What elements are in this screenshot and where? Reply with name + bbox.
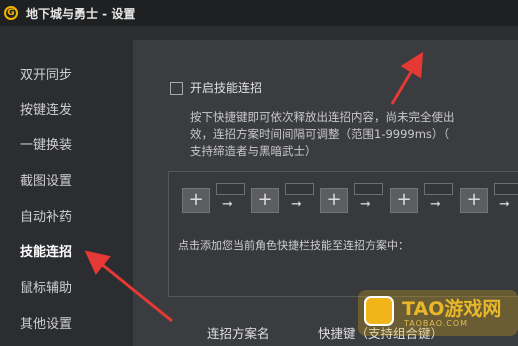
sidebar-item-auto-potion[interactable]: 自动补药 — [20, 206, 72, 225]
description-line: 效，连招方案时间间隔可调整（范围1-9999ms）（ — [190, 127, 450, 141]
arrow-right-icon: ➞ — [222, 197, 233, 212]
app-logo-icon: G — [4, 6, 18, 20]
description-line: 按下快捷键即可依次释放出连招内容，尚未完全使出 — [190, 110, 455, 124]
site-watermark: TAO游戏网 TAOBAO.COM — [358, 290, 518, 336]
column-header-scheme-name: 连招方案名 — [207, 326, 270, 341]
sidebar-item-other-settings[interactable]: 其他设置 — [20, 313, 72, 332]
sidebar-item-mouse-assist[interactable]: 鼠标辅助 — [20, 277, 72, 296]
arrow-right-icon: ➞ — [291, 197, 302, 212]
title-bar: G 地下城与勇士 - 设置 — [0, 0, 518, 26]
sidebar-item-quick-outfit[interactable]: 一键换装 — [20, 134, 72, 153]
add-skill-slot-button[interactable]: + — [390, 188, 418, 213]
arrow-right-icon: ➞ — [360, 197, 371, 212]
add-skill-slot-button[interactable]: + — [320, 188, 348, 213]
watermark-text: TAO游戏网 — [402, 298, 502, 320]
interval-input[interactable] — [285, 183, 314, 195]
sidebar-item-screenshot[interactable]: 截图设置 — [20, 170, 72, 189]
interval-input[interactable] — [216, 183, 245, 195]
combo-hint: 点击添加您当前角色快捷栏技能至连招方案中： — [178, 239, 409, 252]
sidebar-item-dual-open-sync[interactable]: 双开同步 — [20, 64, 72, 83]
enable-combo-checkbox[interactable] — [170, 82, 183, 95]
window-title: 地下城与勇士 - 设置 — [26, 6, 136, 21]
arrow-right-icon: ➞ — [499, 197, 510, 212]
arrow-right-icon: ➞ — [430, 197, 441, 212]
interval-input[interactable] — [354, 183, 383, 195]
add-skill-slot-button[interactable]: + — [460, 188, 488, 213]
description-line: 支持缔造者与黑暗武士） — [190, 144, 317, 158]
enable-combo-label: 开启技能连招 — [190, 81, 263, 95]
interval-input[interactable] — [424, 183, 453, 195]
watermark-subtext: TAOBAO.COM — [404, 319, 469, 328]
sidebar-item-key-repeat[interactable]: 按键连发 — [20, 99, 72, 118]
add-skill-slot-button[interactable]: + — [251, 188, 279, 213]
gamepad-icon — [364, 296, 394, 326]
add-skill-slot-button[interactable]: + — [182, 188, 210, 213]
combo-description: 按下快捷键即可依次释放出连招内容，尚未完全使出 效，连招方案时间间隔可调整（范围… — [190, 109, 518, 160]
sidebar-item-skill-combo[interactable]: 技能连招 — [20, 241, 72, 260]
interval-input[interactable] — [494, 183, 518, 195]
